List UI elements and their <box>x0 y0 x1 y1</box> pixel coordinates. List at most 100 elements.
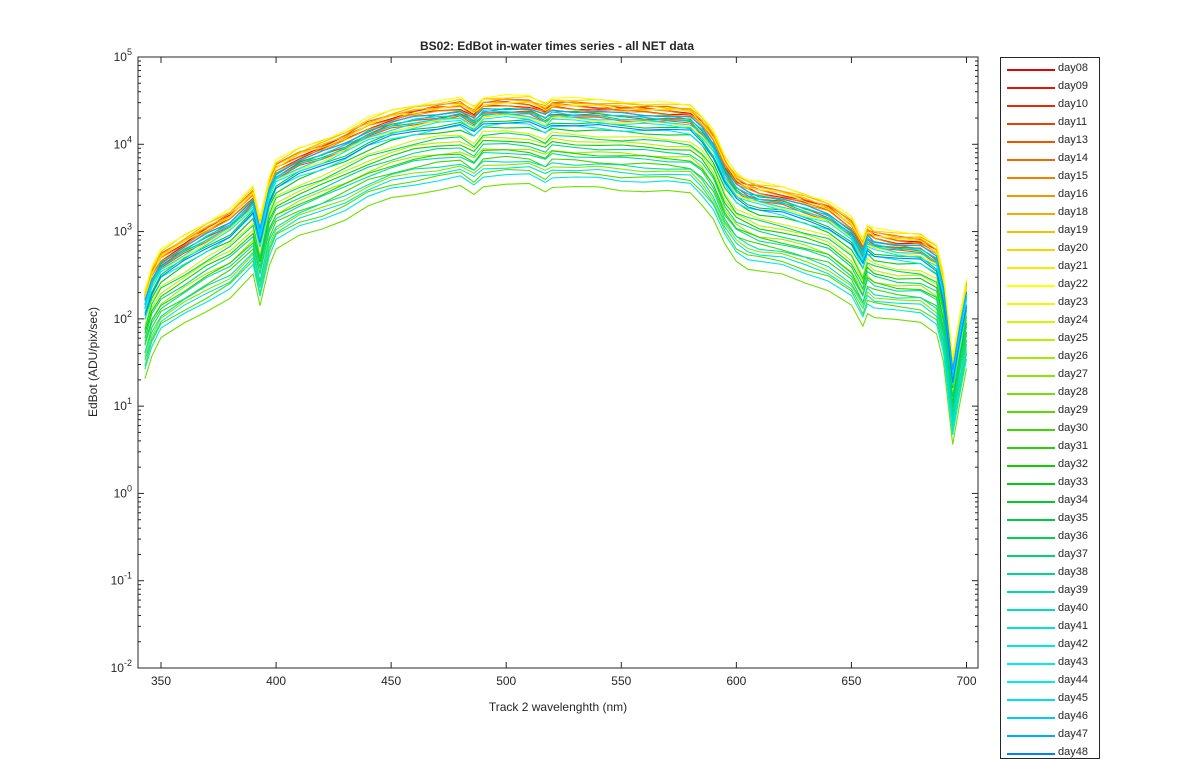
legend-item-day45: day45 <box>1001 691 1099 709</box>
x-tick-label: 700 <box>956 674 976 688</box>
legend-label: day24 <box>1058 314 1088 326</box>
legend-item-day22: day22 <box>1001 277 1099 295</box>
legend-label: day28 <box>1058 386 1088 398</box>
legend-item-day43: day43 <box>1001 655 1099 673</box>
legend-label: day21 <box>1058 260 1088 272</box>
legend-item-day46: day46 <box>1001 709 1099 727</box>
legend-label: day34 <box>1058 494 1088 506</box>
legend-swatch <box>1007 339 1055 341</box>
legend-swatch <box>1007 681 1055 683</box>
legend-label: day20 <box>1058 242 1088 254</box>
x-tick-label: 450 <box>381 674 401 688</box>
legend-item-day28: day28 <box>1001 385 1099 403</box>
legend-item-day10: day10 <box>1001 97 1099 115</box>
legend-swatch <box>1007 159 1055 161</box>
x-tick-label: 550 <box>611 674 631 688</box>
legend-label: day44 <box>1058 674 1088 686</box>
legend-swatch <box>1007 717 1055 719</box>
legend-item-day37: day37 <box>1001 547 1099 565</box>
legend-item-day20: day20 <box>1001 241 1099 259</box>
legend-swatch <box>1007 285 1055 287</box>
chart-title: BS02: EdBot in-water times series - all … <box>420 39 694 53</box>
legend-label: day18 <box>1058 206 1088 218</box>
legend-swatch <box>1007 429 1055 431</box>
legend-label: day31 <box>1058 440 1088 452</box>
plot-area <box>138 57 978 668</box>
legend-item-day34: day34 <box>1001 493 1099 511</box>
legend-swatch <box>1007 375 1055 377</box>
legend-label: day19 <box>1058 224 1088 236</box>
legend-label: day10 <box>1058 98 1088 110</box>
legend-item-day48: day48 <box>1001 745 1099 758</box>
legend-item-day35: day35 <box>1001 511 1099 529</box>
legend-item-day13: day13 <box>1001 133 1099 151</box>
legend-swatch <box>1007 357 1055 359</box>
legend-swatch <box>1007 141 1055 143</box>
legend-label: day09 <box>1058 80 1088 92</box>
legend-swatch <box>1007 555 1055 557</box>
x-tick-label: 650 <box>841 674 861 688</box>
legend-label: day33 <box>1058 476 1088 488</box>
legend-label: day22 <box>1058 278 1088 290</box>
legend-swatch <box>1007 267 1055 269</box>
legend-label: day47 <box>1058 728 1088 740</box>
legend-label: day41 <box>1058 620 1088 632</box>
legend-item-day24: day24 <box>1001 313 1099 331</box>
legend-item-day38: day38 <box>1001 565 1099 583</box>
legend-item-day47: day47 <box>1001 727 1099 745</box>
legend-label: day35 <box>1058 512 1088 524</box>
legend-item-day15: day15 <box>1001 169 1099 187</box>
legend-item-day33: day33 <box>1001 475 1099 493</box>
legend-item-day32: day32 <box>1001 457 1099 475</box>
legend-item-day44: day44 <box>1001 673 1099 691</box>
legend-label: day16 <box>1058 188 1088 200</box>
legend-item-day41: day41 <box>1001 619 1099 637</box>
legend-item-day08: day08 <box>1001 61 1099 79</box>
legend-item-day14: day14 <box>1001 151 1099 169</box>
x-tick-label: 600 <box>726 674 746 688</box>
legend-swatch <box>1007 447 1055 449</box>
legend-item-day30: day30 <box>1001 421 1099 439</box>
legend-swatch <box>1007 501 1055 503</box>
legend-item-day40: day40 <box>1001 601 1099 619</box>
legend-label: day37 <box>1058 548 1088 560</box>
legend-label: day46 <box>1058 710 1088 722</box>
x-tick-label: 350 <box>151 674 171 688</box>
legend-label: day43 <box>1058 656 1088 668</box>
legend-swatch <box>1007 483 1055 485</box>
legend-label: day25 <box>1058 332 1088 344</box>
legend-swatch <box>1007 213 1055 215</box>
legend-swatch <box>1007 105 1055 107</box>
legend-item-day18: day18 <box>1001 205 1099 223</box>
x-tick-label: 500 <box>496 674 516 688</box>
legend-label: day36 <box>1058 530 1088 542</box>
legend-swatch <box>1007 249 1055 251</box>
legend-swatch <box>1007 231 1055 233</box>
legend-swatch <box>1007 735 1055 737</box>
legend-item-day23: day23 <box>1001 295 1099 313</box>
legend-swatch <box>1007 753 1055 755</box>
legend-swatch <box>1007 573 1055 575</box>
legend-item-day09: day09 <box>1001 79 1099 97</box>
legend-label: day29 <box>1058 404 1088 416</box>
legend-item-day25: day25 <box>1001 331 1099 349</box>
legend-swatch <box>1007 663 1055 665</box>
legend-swatch <box>1007 177 1055 179</box>
legend-item-day21: day21 <box>1001 259 1099 277</box>
legend-swatch <box>1007 519 1055 521</box>
legend-label: day13 <box>1058 134 1088 146</box>
legend-swatch <box>1007 609 1055 611</box>
legend-item-day31: day31 <box>1001 439 1099 457</box>
legend-swatch <box>1007 303 1055 305</box>
legend-label: day27 <box>1058 368 1088 380</box>
legend-label: day15 <box>1058 170 1088 182</box>
legend-swatch <box>1007 87 1055 89</box>
legend: day08 day09 day10 day11 day13 day14 day15 day16… <box>1000 57 1100 759</box>
legend-swatch <box>1007 591 1055 593</box>
legend-swatch <box>1007 393 1055 395</box>
y-axis-label: EdBot (ADU/pix/sec) <box>86 307 100 417</box>
legend-label: day38 <box>1058 566 1088 578</box>
legend-item-day27: day27 <box>1001 367 1099 385</box>
legend-swatch <box>1007 123 1055 125</box>
legend-swatch <box>1007 465 1055 467</box>
